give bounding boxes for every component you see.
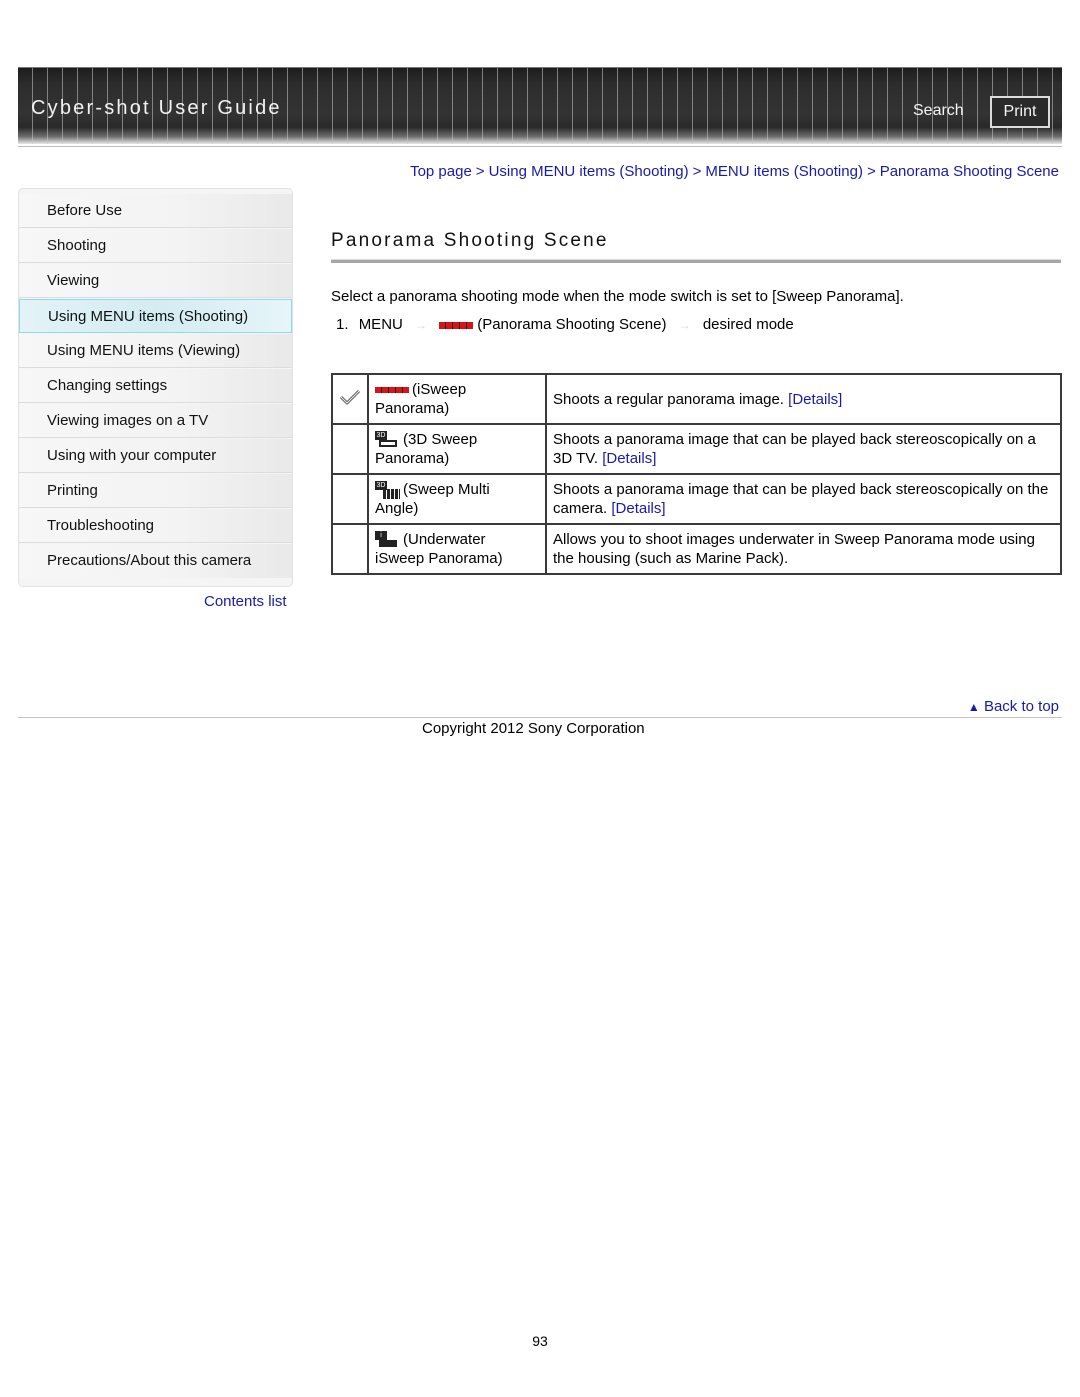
underwater-sweep-icon: i — [375, 531, 400, 549]
sidebar-item-viewing-on-tv[interactable]: Viewing images on a TV — [19, 404, 292, 438]
default-cell — [331, 473, 369, 525]
mode-desc-cell: Shoots a regular panorama image. [Detail… — [545, 373, 1062, 425]
default-check-icon — [339, 389, 361, 404]
mode-name-cell: 3D (3D Sweep Panorama) — [367, 423, 547, 475]
page-number: 93 — [532, 1333, 548, 1349]
step-menu: MENU — [358, 316, 403, 333]
breadcrumb-menu-items-shooting[interactable]: MENU items (Shooting) — [705, 163, 863, 180]
mode-name: (Sweep Multi — [403, 480, 490, 498]
default-cell — [331, 523, 369, 575]
intro-text: Select a panorama shooting mode when the… — [331, 288, 904, 305]
sidebar-item-troubleshooting[interactable]: Troubleshooting — [19, 509, 292, 543]
mode-name: iSweep Panorama) — [375, 550, 503, 568]
footer-divider — [18, 717, 1062, 718]
breadcrumb-separator: > — [866, 163, 876, 180]
step-number: 1. — [336, 316, 349, 333]
breadcrumb-using-menu-shooting[interactable]: Using MENU items (Shooting) — [489, 163, 689, 180]
sweep-multi-angle-icon: 3D — [375, 481, 400, 500]
mode-description: Allows you to shoot images underwater in… — [553, 531, 1035, 567]
mode-name: (iSweep — [412, 381, 467, 398]
sidebar-item-using-with-computer[interactable]: Using with your computer — [19, 439, 292, 473]
arrow-icon: → — [678, 318, 691, 332]
modes-table: (iSweep Panorama) Shoots a regular panora… — [331, 373, 1062, 575]
mode-desc-cell: Shoots a panorama image that can be play… — [545, 473, 1062, 525]
table-row: (iSweep Panorama) Shoots a regular panora… — [331, 373, 1062, 425]
sidebar-item-printing[interactable]: Printing — [19, 474, 292, 508]
details-link[interactable]: [Details] — [788, 391, 842, 408]
sidebar-item-using-menu-shooting[interactable]: Using MENU items (Shooting) — [19, 299, 292, 333]
mode-name-cell: (iSweep Panorama) — [367, 373, 547, 425]
iSweep-panorama-icon — [375, 387, 409, 394]
table-row: 3D (Sweep Multi Angle) Shoots a panorama i… — [331, 473, 1062, 525]
mode-desc-cell: Shoots a panorama image that can be play… — [545, 423, 1062, 475]
guide-title: Cyber-shot User Guide — [31, 97, 282, 119]
mode-name-cell: i (Underwater iSweep Panorama) — [367, 523, 547, 575]
print-button[interactable]: Print — [990, 96, 1050, 128]
header-divider — [18, 146, 1062, 147]
sidebar-item-precautions[interactable]: Precautions/About this camera — [19, 544, 292, 578]
breadcrumb-top-page[interactable]: Top page — [410, 163, 472, 180]
sidebar-item-shooting[interactable]: Shooting — [19, 229, 292, 263]
mode-desc-cell: Allows you to shoot images underwater in… — [545, 523, 1062, 575]
back-to-top-label: Back to top — [983, 698, 1059, 715]
sidebar-nav: Before Use Shooting Viewing Using MENU i… — [18, 188, 293, 587]
sidebar-item-before-use[interactable]: Before Use — [19, 194, 292, 228]
step-item: (Panorama Shooting Scene) — [477, 316, 667, 333]
mode-name: Angle) — [375, 500, 419, 518]
sidebar-item-changing-settings[interactable]: Changing settings — [19, 369, 292, 403]
details-link[interactable]: [Details] — [602, 450, 656, 467]
default-cell — [331, 373, 369, 425]
breadcrumb: Top page > Using MENU items (Shooting) > MEN… — [410, 163, 1059, 180]
breadcrumb-separator: > — [475, 163, 485, 180]
page-title: Panorama Shooting Scene — [331, 230, 609, 251]
header-bar: Cyber-shot User Guide Search Print — [18, 67, 1062, 144]
arrow-icon: → — [415, 318, 428, 332]
mode-name-cell: 3D (Sweep Multi Angle) — [367, 473, 547, 525]
up-triangle-icon: ▲ — [967, 700, 980, 714]
table-row: i (Underwater iSweep Panorama) Allows you … — [331, 523, 1062, 575]
details-link[interactable]: [Details] — [611, 500, 665, 517]
3d-sweep-panorama-icon: 3D — [375, 431, 400, 449]
mode-name: Panorama) — [375, 400, 450, 417]
procedure-step: 1. MENU → (Panorama Shooting Scene) → de… — [336, 316, 794, 333]
search-link[interactable]: Search — [913, 102, 964, 120]
title-divider — [331, 259, 1061, 263]
table-row: 3D (3D Sweep Panorama) Shoots a panorama i… — [331, 423, 1062, 475]
mode-description: Shoots a regular panorama image. — [553, 390, 784, 408]
breadcrumb-current-page[interactable]: Panorama Shooting Scene — [880, 163, 1059, 180]
sidebar-item-using-menu-viewing[interactable]: Using MENU items (Viewing) — [19, 334, 292, 368]
default-cell — [331, 423, 369, 475]
breadcrumb-separator: > — [692, 163, 702, 180]
step-target: desired mode — [702, 316, 794, 333]
back-to-top-link[interactable]: ▲ Back to top — [968, 698, 1059, 715]
mode-name: Panorama) — [375, 450, 450, 468]
mode-name: (3D Sweep — [403, 430, 478, 448]
sidebar-item-viewing[interactable]: Viewing — [19, 264, 292, 298]
panorama-scene-icon — [439, 321, 474, 329]
mode-name: (Underwater — [403, 530, 486, 548]
copyright: Copyright 2012 Sony Corporation — [422, 720, 645, 737]
contents-list-link[interactable]: Contents list — [204, 593, 287, 610]
